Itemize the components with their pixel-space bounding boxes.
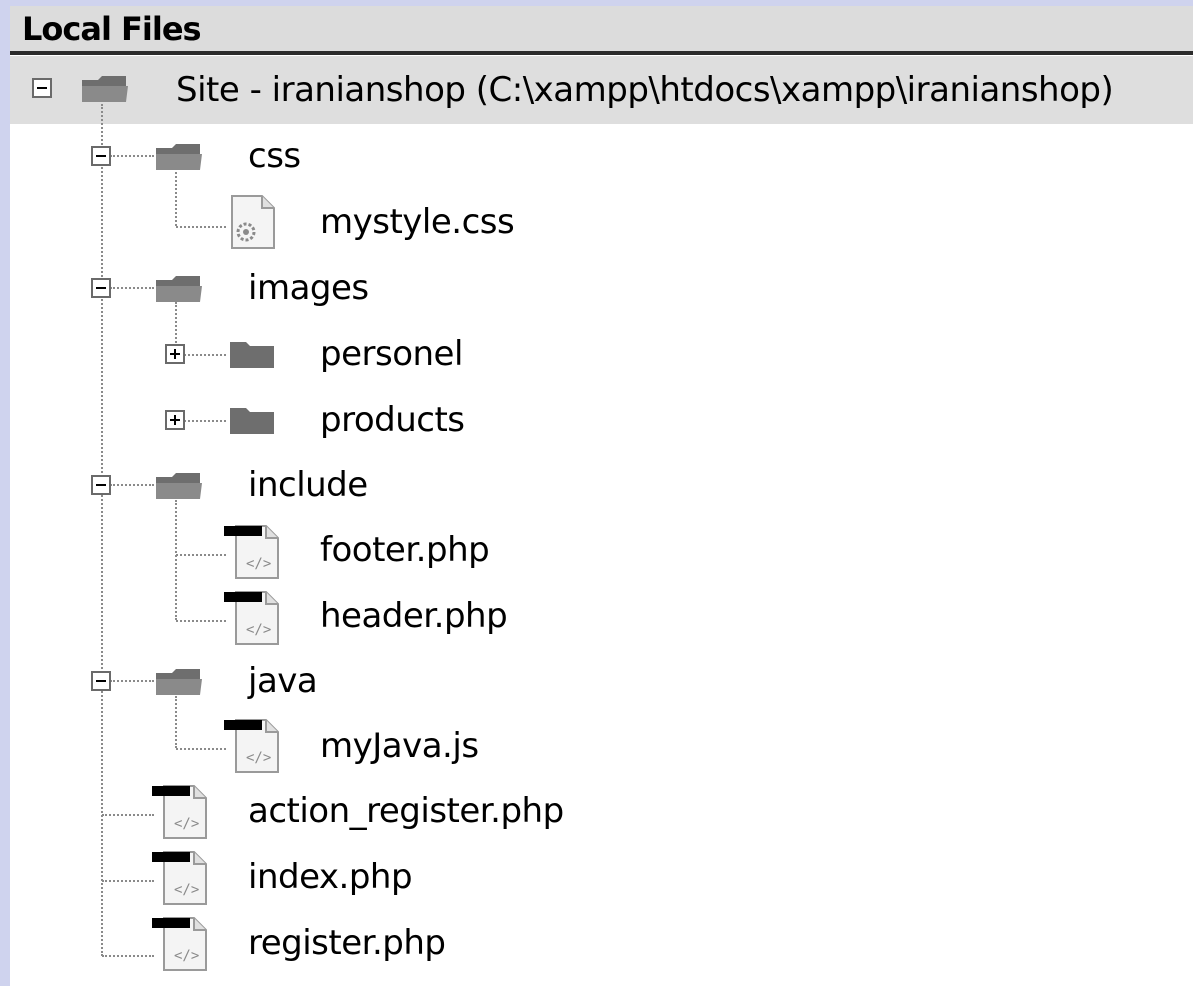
folder-closed-icon	[230, 342, 274, 368]
tree-item-java-folder[interactable]: java	[140, 649, 440, 713]
tree-connector	[176, 748, 226, 750]
svg-text:</>: </>	[174, 882, 199, 898]
file-label: index.php	[248, 857, 413, 897]
code-file-icon: </>	[152, 917, 207, 971]
svg-text:</>: </>	[174, 948, 199, 964]
tree-item-personel-folder[interactable]: personel	[300, 322, 700, 386]
header-divider	[10, 51, 1193, 55]
expand-icon[interactable]	[165, 410, 185, 430]
tree-connector	[176, 554, 226, 556]
tree-item-file[interactable]: action_register.php	[228, 779, 728, 843]
folder-label: css	[248, 136, 301, 176]
tree-item-images-folder[interactable]: images	[140, 256, 440, 320]
svg-text:</>: </>	[246, 556, 271, 572]
tree-item-file[interactable]: index.php	[228, 845, 728, 909]
collapse-icon[interactable]	[91, 671, 111, 691]
window-left-edge	[0, 0, 10, 986]
folder-label: java	[248, 661, 318, 701]
file-label: myJava.js	[320, 726, 479, 766]
site-root-label: Site - iranianshop (C:\xampp\htdocs\xamp…	[176, 70, 1114, 110]
folder-label: personel	[320, 334, 463, 374]
svg-text:</>: </>	[246, 750, 271, 766]
panel-title: Local Files	[22, 10, 202, 48]
collapse-icon[interactable]	[91, 475, 111, 495]
folder-label: products	[320, 400, 465, 440]
file-label: header.php	[320, 596, 508, 636]
tree-item-site-root[interactable]: Site - iranianshop (C:\xampp\htdocs\xamp…	[0, 58, 1193, 122]
tree-item-include-folder[interactable]: include	[140, 453, 440, 517]
tree-item-file[interactable]: footer.php	[300, 518, 700, 582]
css-file-icon	[231, 195, 275, 249]
code-file-icon: </>	[224, 591, 279, 645]
tree-connector	[184, 420, 226, 422]
collapse-icon[interactable]	[91, 278, 111, 298]
panel-header: Local Files	[10, 6, 1193, 51]
tree-item-file[interactable]: header.php	[300, 584, 700, 648]
file-label: register.php	[248, 923, 446, 963]
collapse-icon[interactable]	[91, 146, 111, 166]
tree-connector	[102, 814, 154, 816]
tree-item-file[interactable]: register.php	[228, 911, 728, 975]
file-label: action_register.php	[248, 791, 564, 831]
expand-icon[interactable]	[165, 344, 185, 364]
file-label: footer.php	[320, 530, 490, 570]
tree-item-file[interactable]: myJava.js	[300, 714, 700, 778]
code-file-icon: </>	[224, 525, 279, 579]
tree-connector	[184, 354, 226, 356]
tree-connector	[102, 955, 154, 957]
tree-item-products-folder[interactable]: products	[300, 388, 700, 452]
code-file-icon: </>	[152, 851, 207, 905]
svg-text:</>: </>	[174, 816, 199, 832]
folder-closed-icon	[230, 408, 274, 434]
folder-label: include	[248, 465, 368, 505]
folder-label: images	[248, 268, 369, 308]
tree-connector	[175, 500, 177, 620]
tree-connector	[176, 226, 226, 228]
tree-item-css-folder[interactable]: css	[140, 124, 440, 188]
code-file-icon: </>	[152, 785, 207, 839]
tree-connector	[176, 620, 226, 622]
file-label: mystyle.css	[320, 202, 515, 242]
svg-text:</>: </>	[246, 622, 271, 638]
tree-connector	[102, 880, 154, 882]
tree-connector	[101, 104, 103, 956]
tree-item-file[interactable]: mystyle.css	[300, 190, 700, 254]
code-file-icon: </>	[224, 719, 279, 773]
